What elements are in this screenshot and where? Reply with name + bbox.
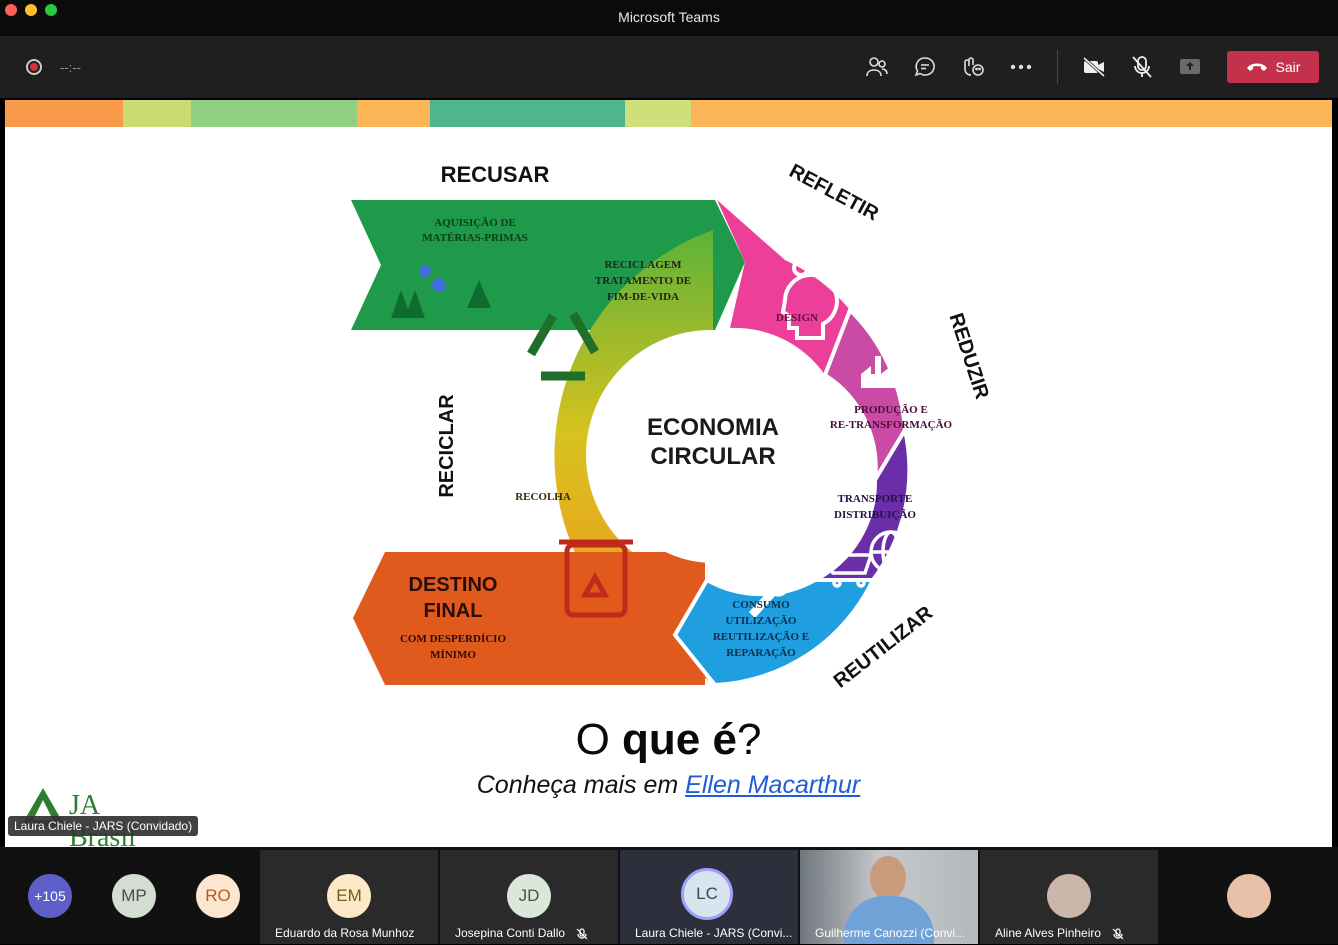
mic-toggle-button[interactable] <box>1129 54 1155 80</box>
participant-name: Josepina Conti Dallo <box>455 926 566 940</box>
circular-economy-diagram: RECUSAR REFLETIR REDUZIR REUTILIZAR RECI… <box>351 160 994 693</box>
meeting-timer: --:-- <box>60 60 81 75</box>
share-icon <box>1180 59 1200 74</box>
leave-label: Sair <box>1275 59 1301 75</box>
question-suffix: ? <box>736 715 762 764</box>
producao-label-2: RE-TRANSFORMAÇÃO <box>830 419 953 431</box>
more-options-button[interactable] <box>1008 54 1034 80</box>
reciclagem-label-1: RECICLAGEM <box>604 259 682 271</box>
destino-arrow <box>353 552 705 685</box>
participant-avatar[interactable]: RO <box>196 874 240 918</box>
self-photo-avatar <box>1227 874 1271 918</box>
participant-tile[interactable]: Guilherme Canozzi (Convi... <box>800 850 978 944</box>
share-screen-button[interactable] <box>1177 54 1203 80</box>
people-icon <box>866 57 888 77</box>
mic-off-icon <box>1132 56 1152 78</box>
participant-tile[interactable]: Aline Alves Pinheiro <box>980 850 1158 944</box>
leave-button[interactable]: Sair <box>1227 51 1319 83</box>
participant-name: Guilherme Canozzi (Convi... <box>815 926 966 940</box>
refletir-label: REFLETIR <box>785 160 882 226</box>
reciclagem-label-3: FIM-DE-VIDA <box>607 291 679 303</box>
design-label: DESIGN <box>776 312 818 324</box>
participant-avatar[interactable]: MP <box>112 874 156 918</box>
reciclagem-label-2: TRATAMENTO DE <box>595 275 691 287</box>
design-segment <box>717 200 850 375</box>
reciclar-label: RECICLAR <box>436 394 458 498</box>
toolbar-divider <box>1057 50 1058 84</box>
center-label-2: CIRCULAR <box>650 443 775 470</box>
transporte-label-2: DISTRIBUIÇÃO <box>834 509 916 521</box>
muted-mic-icon <box>576 927 588 940</box>
aquisicao-label-2: MATÉRIAS-PRIMAS <box>422 232 528 244</box>
top-stripe <box>191 100 357 127</box>
chat-button[interactable] <box>912 54 938 80</box>
meeting-toolbar: --:-- Sair <box>0 36 1338 98</box>
overflow-participants-button[interactable]: +105 <box>28 874 72 918</box>
reduzir-label: REDUZIR <box>945 310 994 402</box>
speaker-name-label: Laura Chiele - JARS (Convidado) <box>8 816 199 836</box>
consumo-label-3: REUTILIZAÇÃO E <box>713 631 809 643</box>
question-prefix: O <box>575 715 610 764</box>
recusar-label: RECUSAR <box>441 162 550 187</box>
camera-toggle-button[interactable] <box>1081 54 1107 80</box>
participant-tile[interactable]: EM Eduardo da Rosa Munhoz <box>260 850 438 944</box>
participants-button[interactable] <box>864 54 890 80</box>
participant-avatar: LC <box>681 868 733 920</box>
chat-icon <box>914 57 935 77</box>
aquisicao-label-1: AQUISIÇÃO DE <box>434 217 516 229</box>
producao-label-1: PRODUÇÃO E <box>854 404 928 416</box>
learn-more-text: Conheça mais em <box>476 771 686 799</box>
participant-name: Eduardo da Rosa Munhoz <box>275 926 415 940</box>
recolha-label: RECOLHA <box>515 491 571 503</box>
top-stripe <box>691 100 1332 127</box>
window-title: Microsoft Teams <box>618 9 720 25</box>
consumo-label-4: REPARAÇÃO <box>726 647 796 659</box>
camera-off-icon <box>1082 56 1106 78</box>
recording-indicator-icon <box>26 59 42 75</box>
center-label-1: ECONOMIA <box>647 414 779 441</box>
desperdicio-label-1: COM DESPERDÍCIO <box>400 633 506 645</box>
top-stripe <box>5 100 123 127</box>
question-bold: que é <box>622 715 737 764</box>
ellen-macarthur-link[interactable]: Ellen Macarthur <box>685 771 860 799</box>
title-bar: Microsoft Teams <box>0 0 1338 36</box>
top-stripe <box>357 100 430 127</box>
destino-label-1: DESTINO <box>409 574 498 596</box>
consumo-label-1: CONSUMO <box>732 599 790 611</box>
participant-tile[interactable]: JD Josepina Conti Dallo <box>440 850 618 944</box>
top-stripe <box>430 100 625 127</box>
phone-hangup-icon <box>1246 63 1267 71</box>
top-stripe <box>123 100 191 127</box>
consumo-label-2: UTILIZAÇÃO <box>726 615 797 627</box>
participants-strip: +105 MP RO EM Eduardo da Rosa Munhoz JD … <box>0 847 1338 944</box>
reactions-button[interactable] <box>960 54 986 80</box>
participant-name: Aline Alves Pinheiro <box>995 926 1102 940</box>
more-icon <box>1010 64 1032 70</box>
person-head <box>870 856 906 900</box>
muted-mic-icon <box>1112 927 1124 940</box>
self-view-tile[interactable] <box>1160 850 1338 944</box>
participant-avatar: EM <box>327 874 371 918</box>
top-stripe <box>625 100 691 127</box>
participant-photo-avatar <box>1047 874 1091 918</box>
desperdicio-label-2: MÍNIMO <box>430 649 476 661</box>
learn-more-line: Conheça mais em Ellen Macarthur <box>5 771 1332 800</box>
shared-screen: RECUSAR REFLETIR REDUZIR REUTILIZAR RECI… <box>5 100 1332 847</box>
question-heading: O que é? <box>5 715 1332 765</box>
transporte-label-1: TRANSPORTE <box>838 493 913 505</box>
reactions-icon <box>964 57 984 76</box>
participant-name: Laura Chiele - JARS (Convi... <box>635 926 793 940</box>
destino-label-2: FINAL <box>424 600 483 622</box>
participant-avatar: JD <box>507 874 551 918</box>
participant-tile[interactable]: LC Laura Chiele - JARS (Convi... <box>620 850 798 944</box>
